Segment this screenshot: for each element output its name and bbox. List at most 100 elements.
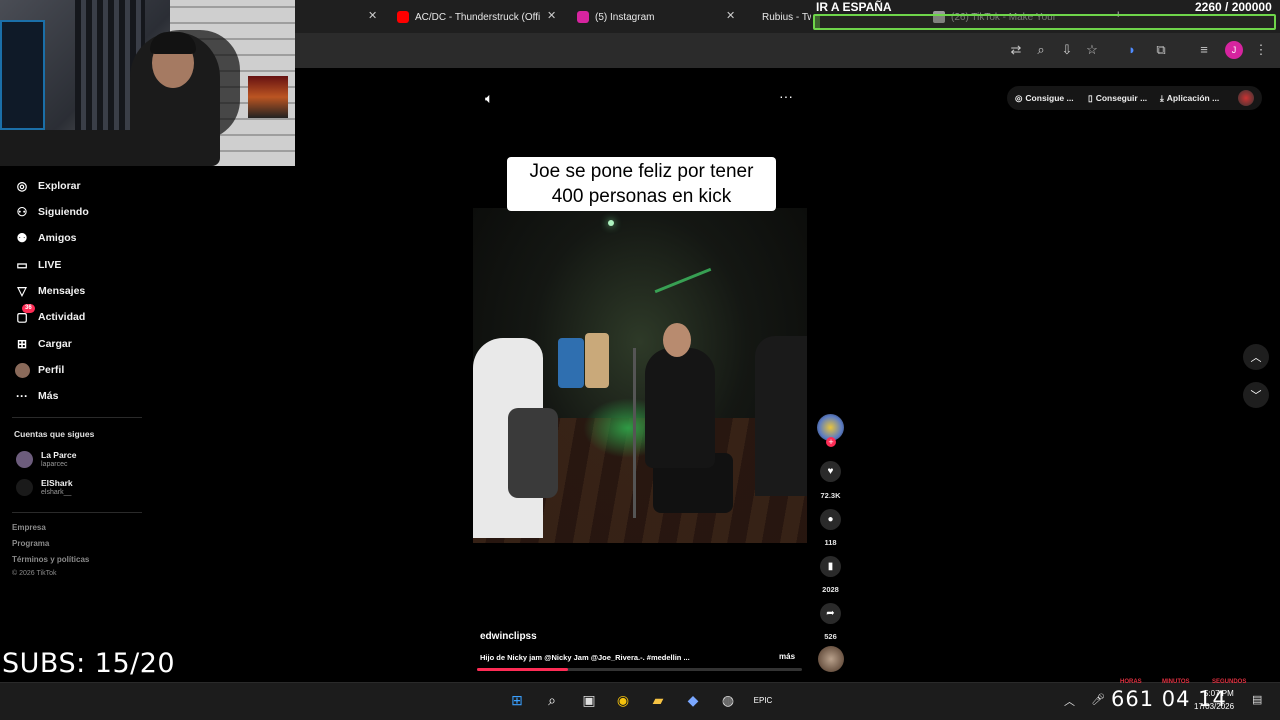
user-avatar[interactable]	[1238, 90, 1254, 106]
footer-link-empresa[interactable]: Empresa	[12, 523, 46, 532]
subs-counter: SUBS: 15/20	[2, 648, 176, 679]
following-section-title: Cuentas que sigues	[14, 429, 95, 439]
sidebar-item-label: Siguiendo	[38, 206, 89, 218]
taskbar	[0, 682, 1280, 720]
coin-icon: ◎	[1015, 92, 1023, 103]
share-button[interactable]: ➦	[820, 603, 841, 624]
sidebar-item-label: Explorar	[38, 180, 81, 192]
comment-icon: ●	[827, 514, 834, 525]
epic-games-icon[interactable]: EPIC	[753, 690, 773, 710]
more-button[interactable]: más	[779, 652, 795, 661]
tab-instagram[interactable]: (5) Instagram	[577, 7, 717, 27]
sidebar-item-cargar[interactable]: ⊞ Cargar	[14, 334, 72, 354]
friends-icon: ⚉	[16, 231, 28, 245]
sidebar-item-explorar[interactable]: ◎ Explorar	[14, 176, 81, 196]
sidebar-item-label: Más	[38, 390, 59, 402]
task-view-icon[interactable]: ▣	[579, 690, 599, 710]
sidebar-item-actividad[interactable]: ▢ 36 Actividad	[14, 304, 86, 327]
profile-avatar[interactable]: J	[1225, 41, 1243, 59]
share-count: 526	[824, 632, 837, 641]
video-lamp	[608, 220, 614, 226]
avatar	[16, 479, 33, 496]
media-control-icon[interactable]: ≡	[1195, 41, 1213, 59]
pill-label: Consigue ...	[1025, 93, 1074, 103]
windows-start-icon[interactable]: ⊞	[507, 690, 527, 710]
file-explorer-icon[interactable]: ▰	[648, 690, 668, 710]
copyright: © 2026 TikTok	[12, 570, 57, 577]
sidebar-item-label: Actividad	[38, 311, 86, 323]
bookmark-star-icon[interactable]: ☆	[1083, 41, 1101, 59]
video-progress-bar[interactable]	[477, 668, 802, 671]
music-disc-icon[interactable]	[818, 646, 844, 672]
caption-line: Joe se pone feliz por tener	[529, 161, 754, 182]
tab-youtube[interactable]: AC/DC - Thunderstruck (Offi	[397, 7, 542, 27]
extensions-icon[interactable]: ⧉	[1152, 41, 1170, 59]
close-tab-icon[interactable]: ✕	[726, 9, 735, 22]
volume-icon[interactable]: 🔈︎	[485, 90, 493, 107]
video-progress-fill	[477, 668, 568, 671]
notification-icon[interactable]: ▤	[1252, 693, 1262, 706]
save-count: 2028	[822, 585, 839, 594]
translate-icon[interactable]: ⇄	[1007, 41, 1025, 59]
app-icon[interactable]: ◆	[683, 690, 703, 710]
video-username[interactable]: edwinclipss	[480, 631, 537, 642]
menu-kebab-icon[interactable]: ⋮	[1252, 41, 1270, 59]
sidebar-item-live[interactable]: ▭ LIVE	[14, 255, 61, 275]
sidebar-item-perfil[interactable]: Perfil	[14, 360, 64, 380]
sidebar-item-siguiendo[interactable]: ⚇ Siguiendo	[14, 202, 89, 222]
sidebar-item-mas[interactable]: ··· Más	[14, 386, 58, 406]
close-tab-icon[interactable]: ✕	[547, 9, 556, 22]
get-app-button[interactable]: ▯ Conseguir ...	[1088, 89, 1147, 107]
desktop-app-button[interactable]: ⤓ Aplicación ...	[1160, 89, 1219, 107]
pill-label: Conseguir ...	[1095, 93, 1148, 103]
next-video-button[interactable]: ﹀	[1243, 382, 1269, 408]
video-person-center-head	[663, 323, 691, 357]
sidebar-item-amigos[interactable]: ⚉ Amigos	[14, 228, 77, 248]
goal-count: 2260 / 200000	[1195, 0, 1272, 14]
chrome-icon[interactable]: ◉	[613, 690, 633, 710]
clock-time[interactable]: 5:07 PM	[1204, 689, 1234, 698]
following-account-laparce[interactable]: La Parce laparcec	[16, 450, 76, 469]
close-tab-icon[interactable]: ✕	[368, 9, 377, 22]
clock-date[interactable]: 17/03/2026	[1194, 702, 1234, 711]
save-button[interactable]: ▮	[820, 556, 841, 577]
like-count: 72.3K	[820, 491, 841, 500]
sidebar-item-label: Mensajes	[38, 285, 86, 297]
sidebar-divider	[12, 417, 142, 418]
tray-overflow-icon[interactable]: ︿	[1064, 693, 1075, 709]
footer-link-terminos[interactable]: Términos y políticas	[12, 555, 89, 564]
video-options-icon[interactable]: ···	[779, 88, 793, 104]
get-coins-button[interactable]: ◎ Consigue ...	[1015, 89, 1074, 107]
instagram-icon	[577, 11, 589, 23]
goal-label: IR A ESPAÑA	[816, 0, 892, 14]
footer-link-programa[interactable]: Programa	[12, 539, 49, 548]
sidebar-item-label: Cargar	[38, 338, 72, 350]
previous-video-button[interactable]: ︿	[1243, 344, 1269, 370]
live-icon: ▭	[16, 258, 28, 272]
like-button[interactable]: ♥	[820, 461, 841, 482]
more-icon: ···	[16, 389, 28, 403]
search-icon[interactable]: ⌕	[542, 690, 562, 710]
video-person-left-legs	[508, 408, 558, 498]
heart-icon: ♥	[827, 466, 834, 477]
obs-icon[interactable]: ◍	[718, 690, 738, 710]
video-player[interactable]	[473, 208, 807, 543]
following-account-elshark[interactable]: ElShark elshark__	[16, 478, 73, 497]
install-icon[interactable]: ⇩	[1058, 41, 1076, 59]
extension-audio-icon[interactable]: ◗	[1123, 41, 1141, 59]
video-mic-stand	[633, 348, 636, 518]
sidebar-item-mensajes[interactable]: ▽ Mensajes	[14, 281, 85, 301]
webcam-overlay	[0, 0, 295, 166]
sidebar-divider	[12, 512, 142, 513]
webcam-pc-tower	[0, 20, 45, 130]
account-name: La Parce	[41, 450, 77, 460]
tab-twitch[interactable]: Rubius - Twitch	[756, 7, 811, 27]
microphone-icon[interactable]: 🎤︎	[1091, 693, 1105, 706]
follow-plus-icon[interactable]: +	[826, 437, 836, 447]
zoom-icon[interactable]: ⌕	[1032, 41, 1050, 59]
comment-button[interactable]: ●	[820, 509, 841, 530]
sidebar-item-label: Amigos	[38, 232, 77, 244]
goal-progress-bar	[813, 14, 1276, 30]
phone-icon: ▯	[1088, 92, 1093, 103]
timer-label-minutes: MINUTOS	[1162, 679, 1190, 685]
